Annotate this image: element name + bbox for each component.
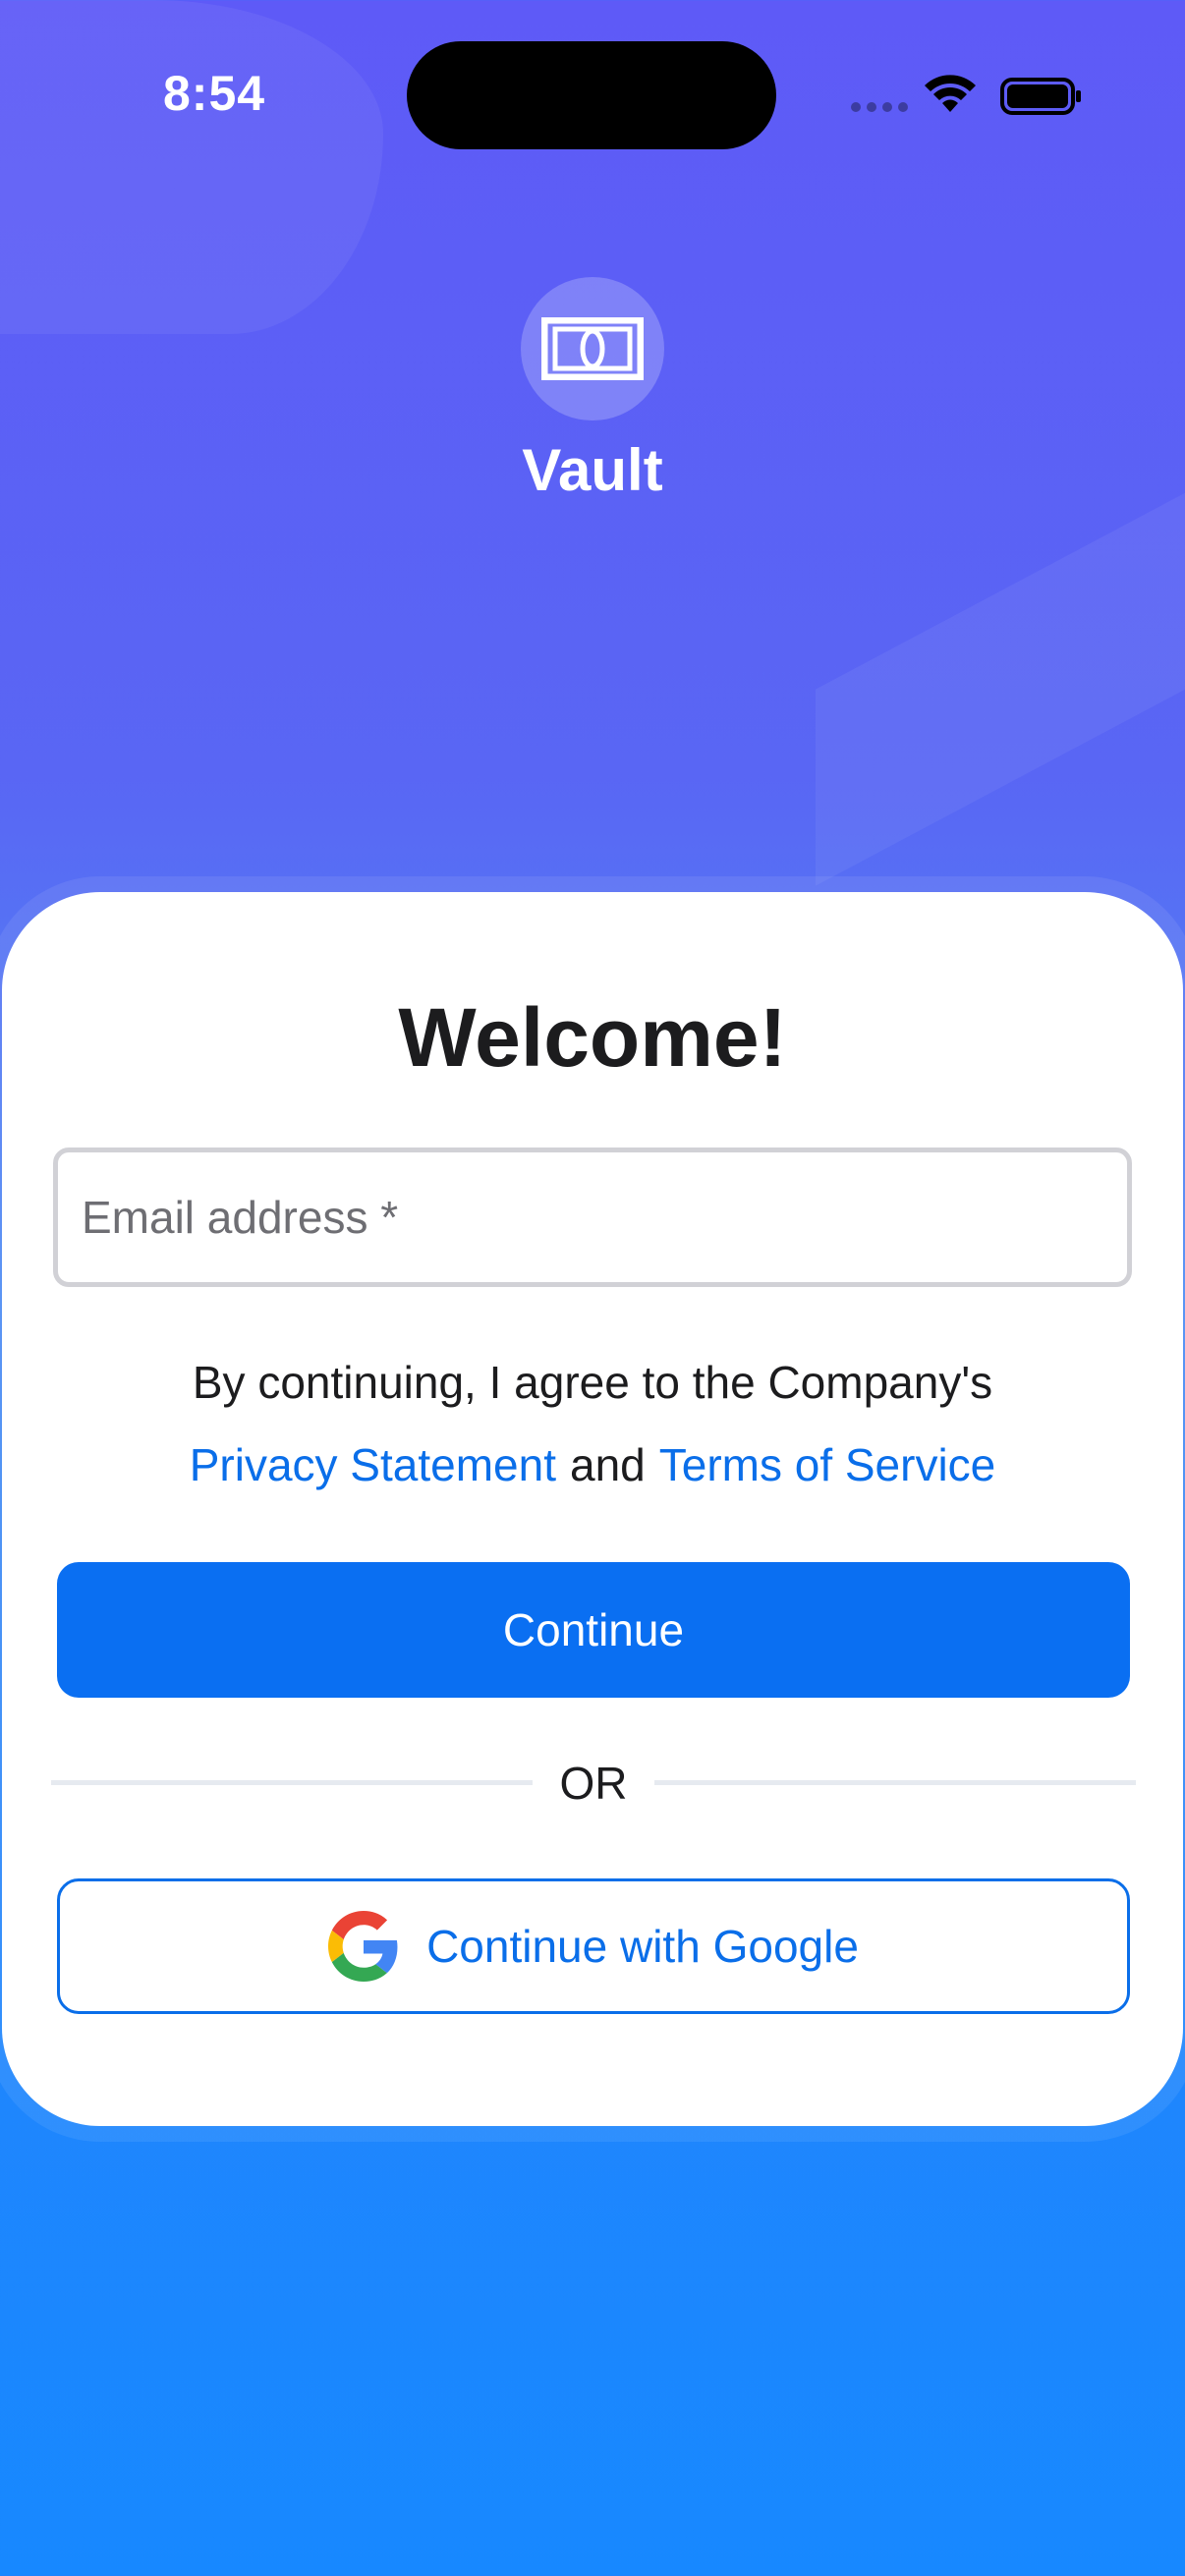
wifi-icon — [925, 75, 976, 112]
agreement-text: By continuing, I agree to the Company's — [192, 1357, 993, 1408]
google-button-label: Continue with Google — [426, 1921, 859, 1972]
google-g-icon — [328, 1911, 398, 1982]
email-input[interactable] — [58, 1152, 1127, 1282]
battery-icon — [1000, 78, 1081, 115]
cellular-signal-icon — [851, 102, 908, 112]
or-separator: OR — [559, 1758, 628, 1809]
welcome-title: Welcome! — [398, 991, 787, 1084]
divider — [654, 1780, 1136, 1785]
background-shape — [0, 0, 383, 334]
continue-button[interactable]: Continue — [57, 1562, 1130, 1698]
dynamic-island — [407, 41, 776, 149]
privacy-statement-link[interactable]: Privacy Statement — [190, 1439, 556, 1490]
email-field[interactable] — [53, 1148, 1132, 1287]
banknote-icon — [541, 317, 644, 380]
and-text: and — [569, 1439, 646, 1490]
continue-with-google-button[interactable]: Continue with Google — [57, 1878, 1130, 2014]
background-shape — [816, 470, 1185, 886]
status-time: 8:54 — [163, 66, 266, 121]
legal-links: Privacy Statement and Terms of Service — [2, 1438, 1183, 1491]
login-card: Welcome! By continuing, I agree to the C… — [2, 892, 1183, 2126]
divider — [51, 1780, 533, 1785]
app-name: Vault — [522, 437, 663, 503]
app-logo — [521, 277, 664, 420]
terms-of-service-link[interactable]: Terms of Service — [659, 1439, 996, 1490]
